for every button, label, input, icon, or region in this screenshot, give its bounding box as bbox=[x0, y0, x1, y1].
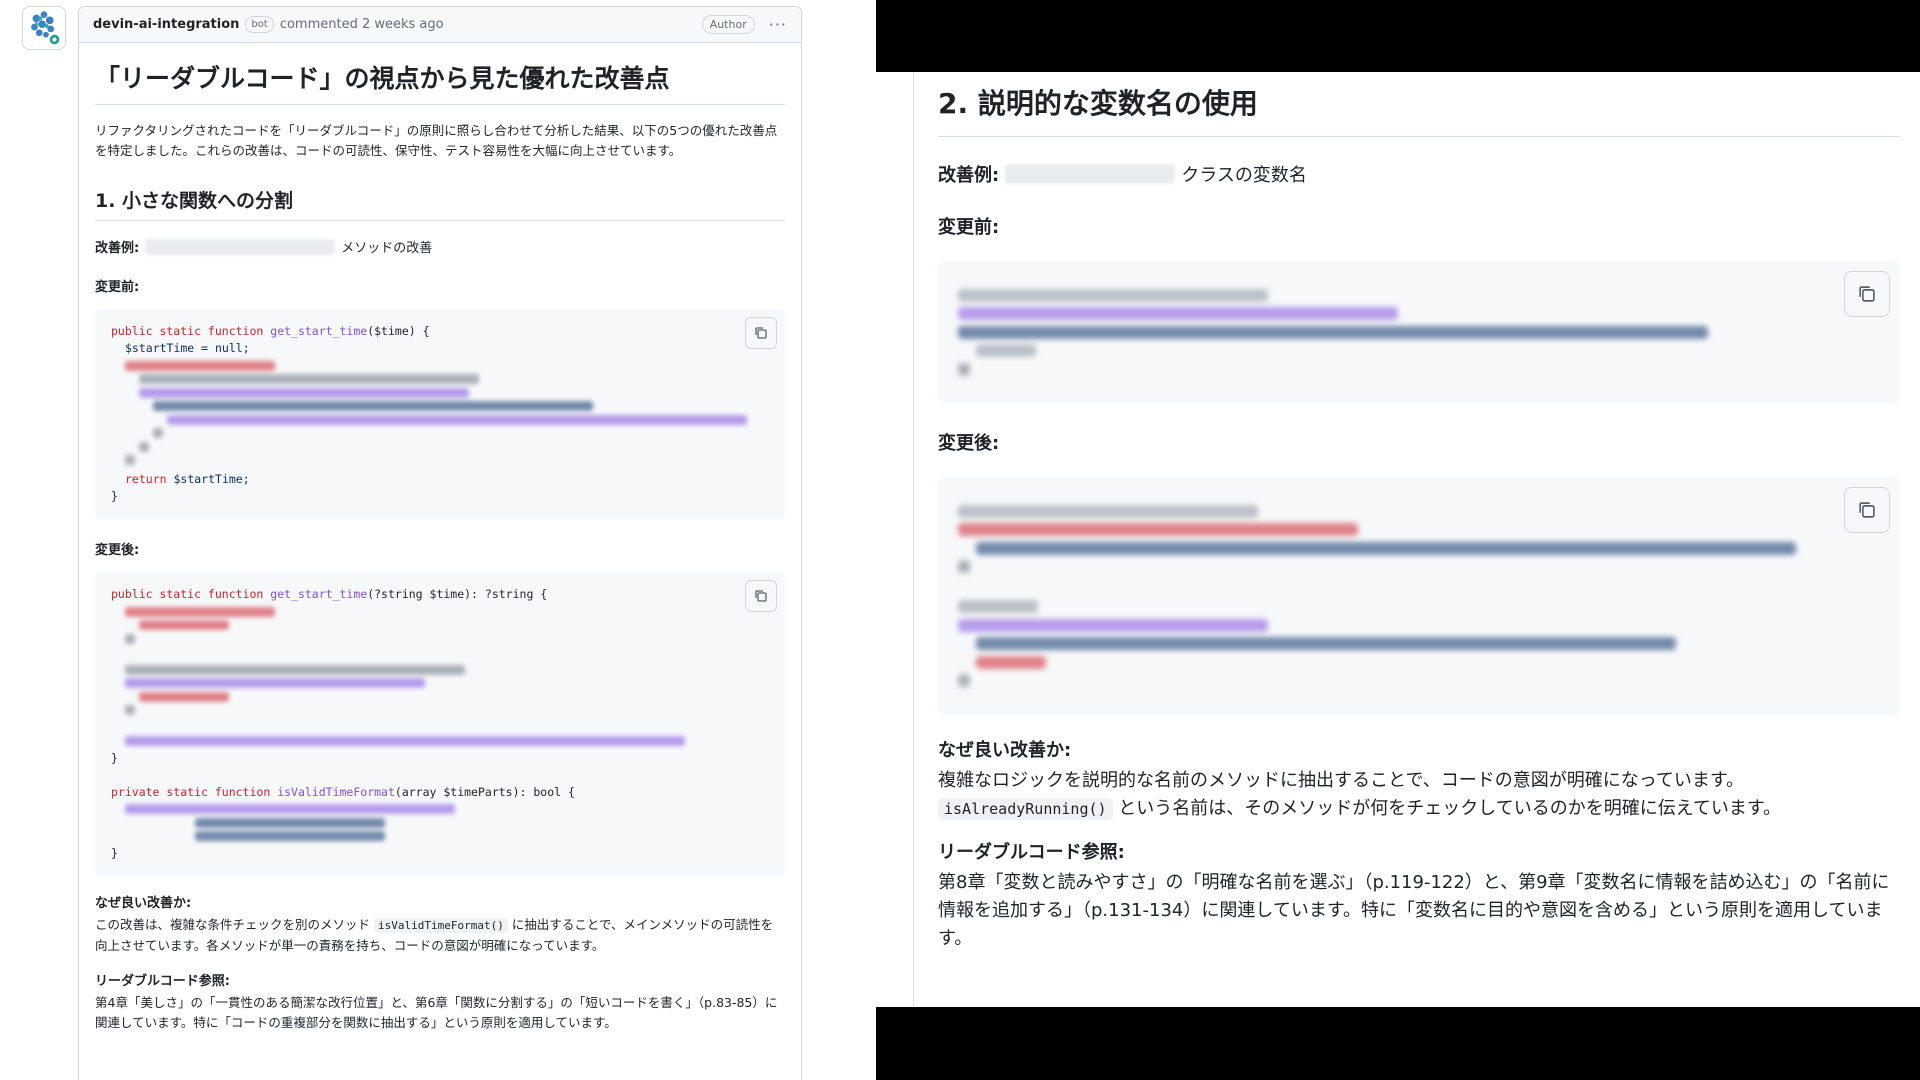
code-line: private static function isValidTimeForma… bbox=[111, 784, 575, 799]
comment-header: devin-ai-integration bot commented 2 wee… bbox=[79, 7, 801, 43]
kebab-horizontal-icon[interactable]: ··· bbox=[769, 15, 787, 34]
reference-section: リーダブルコード参照: 第8章「変数と読みやすさ」の「明確な名前を選ぶ」（p.1… bbox=[938, 839, 1900, 953]
reference-text: 第8章「変数と読みやすさ」の「明確な名前を選ぶ」（p.119-122）と、第9章… bbox=[938, 871, 1890, 949]
code-line: return $startTime; bbox=[125, 472, 250, 486]
code-line: } bbox=[111, 845, 118, 860]
after-code-block bbox=[938, 477, 1900, 715]
after-code-block: public static function get_start_time(?s… bbox=[95, 572, 785, 876]
after-label: 変更後: bbox=[95, 543, 140, 558]
code-line: } bbox=[111, 489, 118, 503]
before-label: 変更前: bbox=[938, 217, 1000, 238]
reference-label: リーダブルコード参照: bbox=[938, 841, 1125, 863]
example-label: 改善例: bbox=[938, 165, 1000, 186]
page-edge-divider bbox=[913, 72, 914, 1007]
before-label: 変更前: bbox=[95, 280, 140, 295]
comment-box: devin-ai-integration bot commented 2 wee… bbox=[78, 6, 802, 1080]
comment-body: 「リーダブルコード」の視点から見た優れた改善点 リファクタリングされたコードを「… bbox=[79, 43, 801, 1033]
copy-icon[interactable] bbox=[1844, 271, 1890, 317]
copy-icon[interactable] bbox=[745, 580, 777, 612]
intro-paragraph: リファクタリングされたコードを「リーダブルコード」の原則に照らし合わせて分析した… bbox=[95, 123, 778, 158]
section1-heading: 1. 小さな関数への分割 bbox=[95, 186, 785, 221]
author-badge: Author bbox=[701, 15, 755, 34]
blurred-code bbox=[111, 360, 769, 465]
copy-icon[interactable] bbox=[745, 317, 777, 349]
bot-badge: bot bbox=[245, 16, 274, 33]
comment-author-link[interactable]: devin-ai-integration bbox=[93, 17, 239, 32]
after-label: 変更後: bbox=[938, 433, 1000, 454]
before-code-block: public static function get_start_time($t… bbox=[95, 309, 785, 519]
blurred-code bbox=[111, 606, 769, 746]
section2-heading: 2. 説明的な変数名の使用 bbox=[938, 82, 1900, 137]
blurred-class-name bbox=[1005, 164, 1176, 184]
why-label: なぜ良い改善か: bbox=[95, 895, 192, 911]
blurred-code bbox=[111, 804, 769, 841]
why-text: 複雑なロジックを説明的な名前のメソッドに抽出することで、コードの意図が明確になっ… bbox=[938, 769, 1782, 820]
devin-avatar-icon[interactable] bbox=[22, 6, 66, 50]
blurred-method-name bbox=[145, 238, 336, 255]
section2-example: 改善例: クラスの変数名 bbox=[938, 161, 1900, 187]
code-line: $startTime = null; bbox=[125, 341, 250, 355]
left-screenshot-panel: devin-ai-integration bot commented 2 wee… bbox=[0, 0, 876, 1080]
reference-text: 第4章「美しさ」の「一貫性のある簡潔な改行位置」と、第6章「関数に分割する」の「… bbox=[95, 994, 778, 1030]
comment-timestamp[interactable]: commented 2 weeks ago bbox=[280, 17, 444, 32]
example-label: 改善例: bbox=[95, 241, 140, 256]
right-body: 2. 説明的な変数名の使用 改善例: クラスの変数名 変更前: 変更後: なぜ良… bbox=[938, 72, 1900, 953]
section1-example: 改善例: メソッドの改善 bbox=[95, 237, 785, 256]
copy-icon[interactable] bbox=[1844, 487, 1890, 533]
comment-title: 「リーダブルコード」の視点から見た優れた改善点 bbox=[95, 59, 785, 105]
reference-label: リーダブルコード参照: bbox=[95, 973, 230, 989]
code-line: } bbox=[111, 750, 118, 765]
example-suffix: クラスの変数名 bbox=[1181, 165, 1307, 186]
why-text: この改善は、複雑な条件チェックを別のメソッド isValidTimeFormat… bbox=[95, 916, 774, 953]
example-suffix: メソッドの改善 bbox=[341, 241, 433, 256]
why-section: なぜ良い改善か: 複雑なロジックを説明的な名前のメソッドに抽出することで、コード… bbox=[938, 737, 1900, 823]
why-label: なぜ良い改善か: bbox=[938, 739, 1072, 761]
code-line: public static function get_start_time(?s… bbox=[111, 587, 548, 601]
before-code-block bbox=[938, 261, 1900, 403]
inline-code: isAlreadyRunning() bbox=[938, 797, 1113, 820]
inline-code: isValidTimeFormat() bbox=[374, 917, 508, 933]
right-page: 2. 説明的な変数名の使用 改善例: クラスの変数名 変更前: 変更後: なぜ良… bbox=[876, 72, 1920, 1007]
right-screenshot-panel: 2. 説明的な変数名の使用 改善例: クラスの変数名 変更前: 変更後: なぜ良… bbox=[876, 0, 1920, 1080]
code-line: public static function get_start_time($t… bbox=[111, 324, 430, 338]
